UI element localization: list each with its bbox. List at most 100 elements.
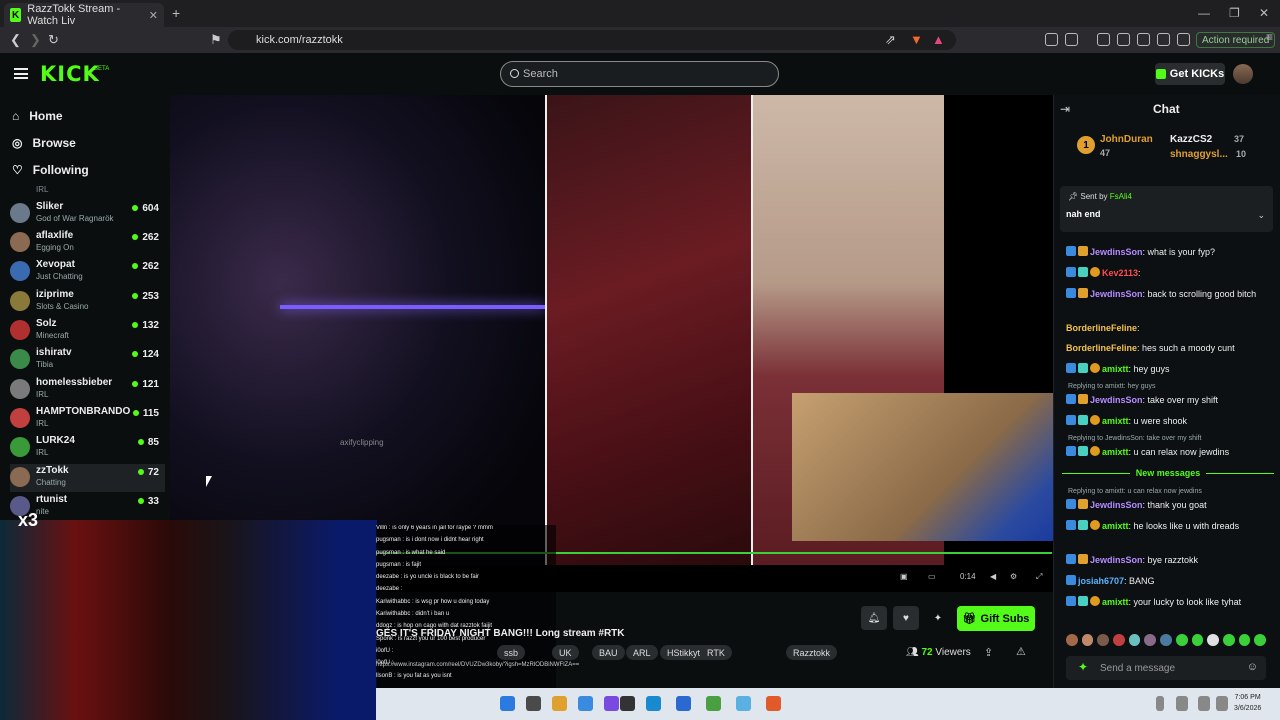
extension-icon[interactable] [1045, 33, 1058, 46]
sidebar-channel[interactable]: Sliker God of War Ragnarök 604 [10, 200, 165, 228]
stream-tag[interactable]: RTK [700, 645, 732, 660]
chat-username[interactable]: BorderlineFeline [1066, 343, 1137, 353]
volume-taskbar-icon[interactable] [1216, 696, 1228, 711]
settings-icon[interactable]: ⚙ [1010, 572, 1017, 581]
sidebar-nav-browse[interactable]: ◎ Browse [12, 136, 76, 150]
display-icon[interactable] [1198, 696, 1210, 711]
leo-ai-icon[interactable] [1157, 33, 1170, 46]
file-explorer-icon[interactable] [552, 696, 567, 711]
chat-username[interactable]: JewdinsSon [1090, 395, 1143, 405]
sidebar-channel[interactable]: LURK24 IRL 85 [10, 434, 165, 462]
chat-username[interactable]: amixtt [1102, 447, 1129, 457]
obs-icon[interactable] [620, 696, 635, 711]
action-required-button[interactable]: Action required [1196, 32, 1276, 48]
start-icon[interactable] [500, 696, 515, 711]
chat-username[interactable]: Kev2113 [1102, 268, 1138, 278]
wallet-icon[interactable] [1137, 33, 1150, 46]
pinned-message[interactable]: 📌︎ Sent by FsAli4 nah end ⌄ [1060, 186, 1273, 232]
new-messages-divider[interactable]: New messages [1062, 467, 1275, 479]
app-icon[interactable] [736, 696, 751, 711]
browser-tab[interactable]: K RazzTokk Stream - Watch Liv ✕ [4, 3, 164, 27]
chat-username[interactable]: amixtt [1102, 521, 1129, 531]
stream-tag[interactable]: BAU [592, 645, 625, 660]
sidebar-channel[interactable]: homelessbieber IRL 121 [10, 376, 165, 404]
app-icon[interactable] [676, 696, 691, 711]
get-kicks-button[interactable]: Get KICKs [1155, 63, 1225, 85]
chat-message[interactable]: amixtt: he looks like u with dreads [1066, 520, 1266, 533]
new-tab-icon[interactable]: + [172, 5, 180, 21]
sparkle-icon[interactable]: ✦ [925, 606, 951, 630]
share-icon[interactable]: ⇪ [984, 646, 993, 659]
chat-username[interactable]: amixtt [1102, 364, 1129, 374]
report-icon[interactable]: ⚠ [1016, 645, 1026, 658]
sidebar-channel[interactable]: zzTokk Chatting 72 [10, 464, 165, 492]
sidebar-nav-following[interactable]: ♡ Following [12, 163, 89, 177]
close-tab-icon[interactable]: ✕ [149, 9, 158, 22]
system-clock[interactable]: 7:06 PM 3/6/2026 [1234, 692, 1261, 714]
chat-message[interactable]: amixtt: hey guys [1066, 363, 1266, 376]
chat-message[interactable]: JewdinsSon: what is your fyp? [1066, 246, 1266, 259]
sidebar-channel[interactable]: ishiratv Tibia 124 [10, 346, 165, 374]
chat-username[interactable]: JewdinsSon [1090, 555, 1143, 565]
brave-icon[interactable] [766, 696, 781, 711]
emoji-icon[interactable]: ☺ [1247, 661, 1258, 673]
notify-bell-button[interactable]: 🔔︎ [861, 606, 887, 630]
maximize-icon[interactable]: ❐ [1229, 6, 1240, 20]
sidebar-channel[interactable]: Solz Minecraft 132 [10, 317, 165, 345]
chrome-icon[interactable] [578, 696, 593, 711]
minimize-icon[interactable]: — [1198, 6, 1210, 20]
user-avatar[interactable] [1233, 64, 1253, 84]
app-icon[interactable] [604, 696, 619, 711]
url-field[interactable]: kick.com/razztokk [228, 30, 956, 50]
kick-logo[interactable]: KICK [40, 62, 100, 86]
chat-message[interactable]: JewdinsSon: thank you goat [1066, 499, 1266, 512]
sidebar-channel[interactable]: iziprime Slots & Casino 253 [10, 288, 165, 316]
chat-username[interactable]: BorderlineFeline [1066, 323, 1137, 333]
chat-username[interactable]: amixtt [1102, 416, 1129, 426]
reload-icon[interactable]: ↻ [48, 32, 59, 48]
follow-heart-button[interactable]: ♥ [893, 606, 919, 630]
chat-username[interactable]: JewdinsSon [1090, 289, 1143, 299]
volume-icon[interactable]: ◀ [990, 572, 996, 581]
sidebar-channel[interactable]: HAMPTONBRANDO IRL 115 [10, 405, 165, 433]
chat-username[interactable]: amixtt [1102, 597, 1129, 607]
minecraft-icon[interactable] [706, 696, 721, 711]
chat-input[interactable]: ✦ Send a message ☺ [1066, 656, 1266, 680]
chat-message[interactable]: JewdinsSon: back to scrolling good bitch [1066, 288, 1266, 301]
chat-username[interactable]: josiah6707 [1078, 576, 1124, 586]
sidebar-channel[interactable]: Xevopat Just Chatting 262 [10, 258, 165, 286]
chat-message[interactable]: Kev2113: [1066, 267, 1266, 280]
close-window-icon[interactable]: ✕ [1259, 6, 1269, 20]
theater-icon[interactable]: ▭ [928, 572, 936, 581]
stream-tag[interactable]: Razztokk [786, 645, 838, 660]
chat-message[interactable]: amixtt: u can relax now jewdins [1066, 446, 1266, 459]
search-input[interactable]: Search [500, 61, 779, 87]
media-icon[interactable] [1097, 33, 1110, 46]
fullscreen-icon[interactable]: ⤢ [1036, 572, 1042, 582]
video-player[interactable]: axifyclipping [170, 95, 1055, 592]
chat-message[interactable]: JewdinsSon: bye razztokk [1066, 554, 1266, 567]
collapse-chat-icon[interactable]: ⇥ [1060, 102, 1070, 116]
brave-shield-icon[interactable]: ▼ [910, 32, 923, 47]
network-icon[interactable] [1176, 696, 1188, 711]
chat-message[interactable]: BorderlineFeline: [1066, 322, 1266, 335]
stream-tag[interactable]: ssb [497, 645, 526, 660]
sidebar-channel[interactable]: aflaxlife Egging On 262 [10, 229, 165, 257]
search-taskbar-icon[interactable] [526, 696, 541, 711]
chat-message[interactable]: amixtt: your lucky to look like tyhat [1066, 596, 1266, 609]
share-page-icon[interactable]: ⇗ [885, 32, 896, 48]
gift-subs-button[interactable]: 🎁︎ Gift Subs [957, 606, 1035, 631]
vpn-icon[interactable] [1177, 33, 1190, 46]
extension-icon[interactable] [1065, 33, 1078, 46]
bookmark-icon[interactable]: ⚑ [210, 32, 222, 48]
stream-link[interactable]: https://www.instagram.com/reel/DVUZDw3ko… [376, 662, 579, 668]
sidebar-icon[interactable] [1117, 33, 1130, 46]
chat-username[interactable]: JewdinsSon [1090, 247, 1143, 257]
chat-username[interactable]: JewdinsSon [1090, 500, 1143, 510]
chat-message[interactable]: JewdinsSon: take over my shift [1066, 394, 1266, 407]
sidebar-nav-home[interactable]: ⌂ Home [12, 109, 63, 123]
chat-message[interactable]: BorderlineFeline: hes such a moody cunt [1066, 342, 1266, 355]
stream-tag[interactable]: ARL [626, 645, 658, 660]
chat-message[interactable]: josiah6707: BANG [1066, 575, 1266, 588]
back-icon[interactable]: ❮ [10, 32, 21, 48]
